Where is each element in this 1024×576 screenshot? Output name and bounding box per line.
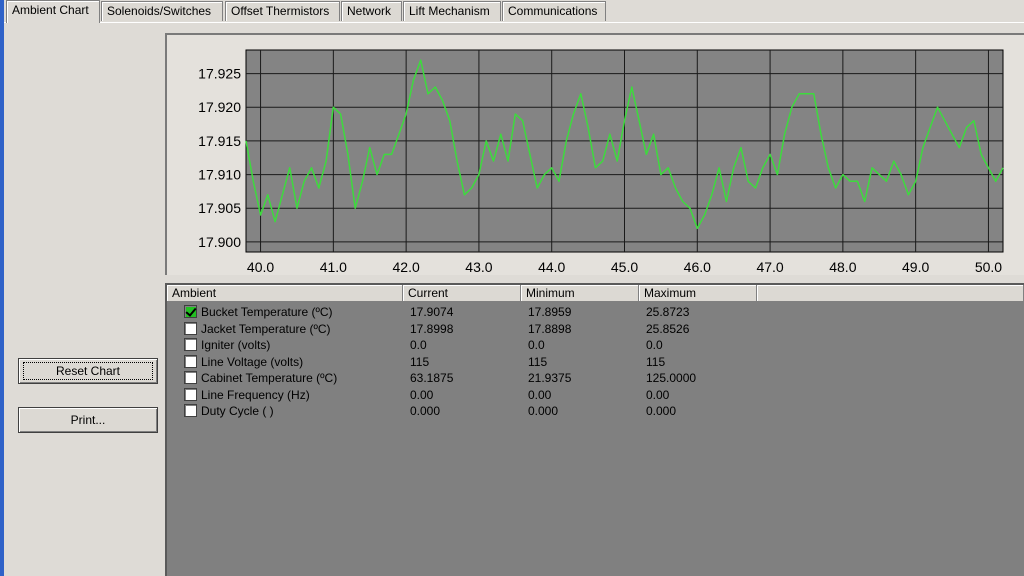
row-minimum: 21.9375 [528,371,572,385]
table-row: Line Frequency (Hz) 0.00 0.00 0.00 [167,387,1024,403]
x-tick-label: 40.0 [247,259,274,275]
row-maximum: 125.0000 [646,371,697,385]
print-label: Print... [70,413,106,427]
row-current: 0.000 [410,404,441,418]
table-row: Line Voltage (volts) 115 115 115 [167,354,1024,370]
y-tick-label: 17.905 [198,200,241,216]
row-current: 17.9074 [410,305,454,319]
reset-chart-button[interactable]: Reset Chart [18,358,158,384]
row-maximum: 0.00 [646,387,670,402]
print-button[interactable]: Print... [18,407,158,433]
reset-chart-label: Reset Chart [55,364,121,378]
table-row: Duty Cycle ( ) 0.000 0.000 0.000 [167,403,1024,419]
row-maximum: 25.8723 [646,305,690,319]
row-checkbox[interactable] [184,305,197,318]
ambient-chart: 40.0 41.0 42.0 43.0 44.0 45.0 46.0 47.0 48.0 49.0… [165,33,1024,275]
row-minimum: 17.8959 [528,305,572,319]
row-maximum: 115 [646,354,666,369]
x-tick-label: 43.0 [465,259,492,275]
column-header-ambient[interactable]: Ambient [167,285,403,302]
row-label: Line Frequency (Hz) [201,387,310,402]
row-minimum: 0.0 [528,338,545,352]
row-checkbox[interactable] [184,371,197,384]
x-tick-label: 48.0 [829,259,856,275]
x-tick-label: 44.0 [538,259,565,275]
row-checkbox[interactable] [184,321,197,335]
row-label: Cabinet Temperature (ºC) [201,371,338,385]
tab-ambient-chart[interactable]: Ambient Chart [6,0,100,23]
y-tick-label: 17.900 [198,234,241,250]
row-label: Igniter (volts) [201,338,271,352]
row-maximum: 25.8526 [646,321,690,336]
table-row: Bucket Temperature (ºC) 17.9074 17.8959 25.… [167,304,1024,320]
tab-network[interactable]: Network [341,1,402,21]
row-maximum: 0.0 [646,338,663,352]
y-tick-label: 17.915 [198,133,241,149]
row-minimum: 0.00 [528,387,552,402]
column-header-maximum[interactable]: Maximum [639,285,757,302]
row-maximum: 0.000 [646,404,677,418]
ambient-table: Ambient Current Minimum Maximum Bucket T… [165,283,1024,576]
row-minimum: 0.000 [528,404,559,418]
y-tick-label: 17.920 [198,99,241,115]
row-checkbox[interactable] [184,387,197,401]
tab-lift-mechanism[interactable]: Lift Mechanism [403,1,501,21]
row-label: Line Voltage (volts) [201,354,304,369]
row-minimum: 17.8898 [528,321,572,336]
chart-canvas: 40.0 41.0 42.0 43.0 44.0 45.0 46.0 47.0 48.0 49.0… [198,49,1004,275]
tab-bar: Ambient Chart Solenoids/Switches Offset … [4,0,1024,23]
tab-communications[interactable]: Communications [502,1,606,21]
row-checkbox[interactable] [184,404,197,417]
row-current: 0.00 [410,387,434,402]
table-row: Cabinet Temperature (ºC) 63.1875 21.9375 12… [167,370,1024,386]
y-tick-label: 17.910 [198,167,241,183]
table-row: Jacket Temperature (ºC) 17.8998 17.8898 25.… [167,321,1024,337]
x-tick-label: 41.0 [320,259,347,275]
row-current: 115 [410,354,430,369]
tab-solenoids-switches[interactable]: Solenoids/Switches [101,1,223,21]
x-tick-label: 49.0 [902,259,929,275]
row-minimum: 115 [528,354,548,369]
row-current: 63.1875 [410,371,454,385]
row-label: Duty Cycle ( ) [201,404,274,418]
y-tick-label: 17.925 [198,66,241,82]
row-label: Jacket Temperature (ºC) [201,321,331,336]
column-header-blank [757,285,1024,302]
row-current: 0.0 [410,338,427,352]
x-tick-label: 46.0 [684,259,711,275]
x-tick-label: 42.0 [393,259,420,275]
table-row: Igniter (volts) 0.0 0.0 0.0 [167,337,1024,353]
column-header-minimum[interactable]: Minimum [521,285,639,302]
row-current: 17.8998 [410,321,454,336]
window-left-edge [0,0,4,576]
x-tick-label: 47.0 [756,259,783,275]
row-label: Bucket Temperature (ºC) [201,305,333,319]
row-checkbox[interactable] [184,338,197,351]
row-checkbox[interactable] [184,354,197,368]
x-tick-label: 50.0 [975,259,1002,275]
tab-offset-thermistors[interactable]: Offset Thermistors [225,1,340,21]
column-header-current[interactable]: Current [403,285,521,302]
x-tick-label: 45.0 [611,259,638,275]
